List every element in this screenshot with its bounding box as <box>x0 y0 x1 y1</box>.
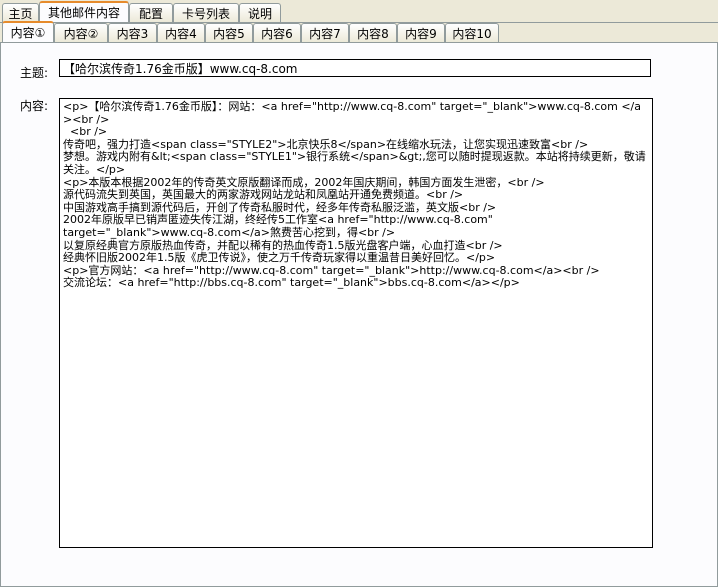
content-label: 内容: <box>20 99 49 113</box>
tab-help[interactable]: 说明 <box>239 3 281 22</box>
tab-home[interactable]: 主页 <box>2 3 39 22</box>
subtab-content-1[interactable]: 内容① <box>2 21 54 42</box>
subtab-content-3[interactable]: 内容3 <box>108 23 157 42</box>
subject-label: 主题: <box>20 66 49 80</box>
subtab-content-9[interactable]: 内容9 <box>397 23 445 42</box>
subtab-content-8[interactable]: 内容8 <box>349 23 397 42</box>
subtab-content-2[interactable]: 内容② <box>54 23 108 42</box>
tab-config[interactable]: 配置 <box>129 3 173 22</box>
tab-other-mail-content[interactable]: 其他邮件内容 <box>39 1 129 22</box>
subtab-content-5[interactable]: 内容5 <box>205 23 253 42</box>
subtab-content-4[interactable]: 内容4 <box>157 23 205 42</box>
content-panel: 主题: 内容: <p>【哈尔滨传奇1.76金币版】：网站：<a href="ht… <box>0 42 718 587</box>
tab-card-list[interactable]: 卡号列表 <box>173 3 239 22</box>
content-textarea[interactable]: <p>【哈尔滨传奇1.76金币版】：网站：<a href="http://www… <box>59 98 653 548</box>
subject-input[interactable] <box>59 59 651 77</box>
subtab-content-10[interactable]: 内容10 <box>445 23 499 42</box>
subtab-content-6[interactable]: 内容6 <box>253 23 301 42</box>
subtab-content-7[interactable]: 内容7 <box>301 23 349 42</box>
